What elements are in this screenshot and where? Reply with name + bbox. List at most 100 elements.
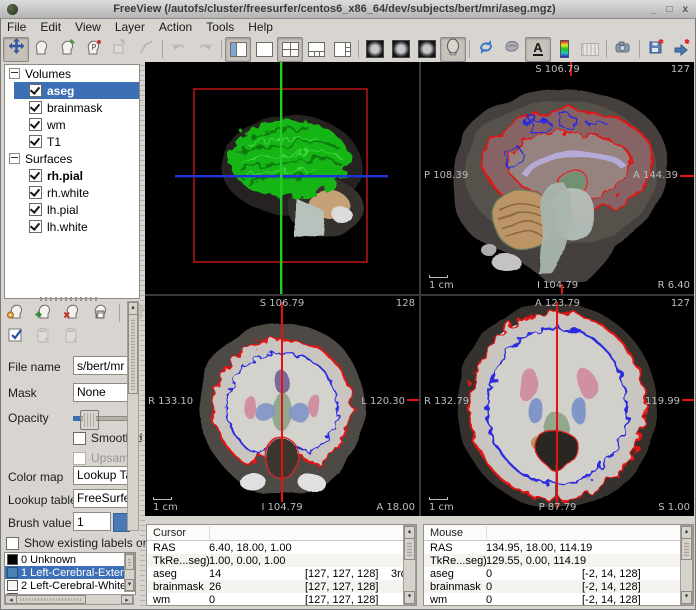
file-name-input[interactable]	[73, 356, 128, 375]
orientation-label-left: P 108.39	[424, 170, 468, 181]
layout-1x1-button[interactable]	[251, 37, 277, 62]
undo-button[interactable]	[166, 37, 192, 62]
navigate-button[interactable]	[3, 37, 29, 62]
collapse-icon[interactable]	[9, 68, 20, 79]
panel-vertical-scrollbar[interactable]: ▴	[127, 301, 139, 531]
tree-item-rh-white[interactable]: rh.white	[5, 184, 139, 201]
roi-edit-button[interactable]	[107, 37, 133, 62]
show-all-layers-button[interactable]	[4, 326, 28, 348]
tree-group-volumes[interactable]: Volumes	[5, 65, 139, 82]
maximize-button[interactable]: □	[666, 4, 672, 15]
list-item[interactable]: 1 Left-Cerebral-Exterio	[5, 566, 135, 579]
view-coronal-button[interactable]	[388, 37, 414, 62]
menu-layer[interactable]: Layer	[108, 19, 152, 35]
save-volume-small-button[interactable]	[88, 302, 112, 324]
load-volume-button[interactable]	[32, 302, 56, 324]
list-horizontal-scrollbar[interactable]: ◂ ▸	[4, 594, 134, 605]
viewport-coronal[interactable]: S 106.79 128 R 133.10 L 120.30 I 104.79 …	[145, 296, 419, 516]
close-volume-button[interactable]	[60, 302, 84, 324]
collapse-icon[interactable]	[9, 153, 20, 164]
layout-1and3v-button[interactable]	[329, 37, 355, 62]
viewport-divider-horizontal[interactable]	[145, 294, 694, 296]
checkbox-checked-icon[interactable]	[29, 84, 42, 97]
screenshot-button[interactable]	[610, 37, 636, 62]
redo-button[interactable]	[192, 37, 218, 62]
reset-view-button[interactable]	[473, 37, 499, 62]
viewport-divider-vertical[interactable]	[419, 62, 421, 516]
scrollbar-thumb[interactable]	[404, 538, 415, 560]
tree-item-brainmask[interactable]: brainmask	[5, 99, 139, 116]
tree-item-aseg[interactable]: aseg	[5, 82, 139, 99]
path-edit-button[interactable]	[133, 37, 159, 62]
scroll-right-icon[interactable]: ▸	[121, 595, 133, 604]
cursor-panel-scrollbar[interactable]: ▴ ▾	[403, 525, 416, 605]
list-item[interactable]: 2 Left-Cerebral-White-	[5, 579, 135, 592]
save-pointset-button[interactable]	[669, 37, 695, 62]
mouse-panel-scrollbar[interactable]: ▴ ▾	[680, 525, 693, 605]
checkbox-icon[interactable]	[6, 537, 19, 550]
list-vertical-scrollbar[interactable]: ▾	[124, 553, 135, 592]
menu-help[interactable]: Help	[241, 19, 280, 35]
brush-value-input[interactable]	[73, 512, 111, 531]
layout-2x2-button[interactable]	[277, 37, 303, 62]
viewport-axial[interactable]: A 123.79 127 R 132.79 L 119.99 P 87.79 S…	[421, 296, 694, 516]
view-3d-button[interactable]	[440, 37, 466, 62]
tree-item-t1[interactable]: T1	[5, 133, 139, 150]
slider-handle[interactable]	[80, 410, 99, 430]
layout-1and3-button[interactable]	[303, 37, 329, 62]
minimize-button[interactable]: _	[651, 4, 657, 15]
copy-settings-button[interactable]	[32, 326, 56, 348]
checkbox-checked-icon[interactable]	[29, 203, 42, 216]
menu-edit[interactable]: Edit	[33, 19, 68, 35]
menu-view[interactable]: View	[68, 19, 108, 35]
voxel-edit-button[interactable]	[29, 37, 55, 62]
paste-settings-button[interactable]	[60, 326, 84, 348]
scrollbar-thumb[interactable]	[16, 595, 86, 604]
checkbox-checked-icon[interactable]	[29, 101, 42, 114]
checkbox-icon[interactable]	[73, 432, 86, 445]
tree-item-wm[interactable]: wm	[5, 116, 139, 133]
scrollbar-thumb[interactable]	[128, 314, 138, 394]
scroll-down-icon[interactable]: ▾	[404, 591, 415, 604]
menu-tools[interactable]: Tools	[199, 19, 241, 35]
slice-frames-button[interactable]	[577, 37, 603, 62]
tree-group-surfaces[interactable]: Surfaces	[5, 150, 139, 167]
layer-properties-button[interactable]	[4, 302, 28, 324]
color-map-dropdown[interactable]: Lookup Tab	[73, 466, 128, 485]
view-sagittal-button[interactable]	[362, 37, 388, 62]
pointset-edit-button[interactable]: P	[81, 37, 107, 62]
show-surface-button[interactable]	[499, 37, 525, 62]
show-annotation-button[interactable]: A	[525, 37, 551, 62]
viewport-3d[interactable]	[145, 62, 419, 294]
show-colorbar-button[interactable]	[551, 37, 577, 62]
scrollbar-thumb[interactable]	[125, 554, 134, 570]
show-labels-checkbox[interactable]: Show existing labels on	[6, 536, 149, 550]
scroll-down-icon[interactable]: ▾	[681, 591, 692, 604]
viewport-sagittal[interactable]: S 106.79 127 P 108.39 A 144.39 I 104.79 …	[421, 62, 694, 294]
tree-item-lh-white[interactable]: lh.white	[5, 218, 139, 235]
scroll-down-icon[interactable]: ▾	[125, 579, 134, 591]
save-volume-button[interactable]	[643, 37, 669, 62]
menu-action[interactable]: Action	[152, 19, 199, 35]
checkbox-checked-icon[interactable]	[29, 186, 42, 199]
mask-dropdown[interactable]: None	[73, 383, 128, 402]
checkbox-checked-icon[interactable]	[29, 135, 42, 148]
titlebar[interactable]: FreeView (/autofs/cluster/freesurfer/cen…	[0, 0, 696, 19]
checkbox-checked-icon[interactable]	[29, 169, 42, 182]
close-button[interactable]: x	[682, 4, 688, 15]
refresh-icon	[477, 38, 495, 61]
recon-edit-button[interactable]	[55, 37, 81, 62]
3d-render[interactable]	[145, 62, 419, 294]
checkbox-checked-icon[interactable]	[29, 118, 42, 131]
tree-item-rh-pial[interactable]: rh.pial	[5, 167, 139, 184]
menu-file[interactable]: File	[0, 19, 33, 35]
opacity-slider[interactable]	[73, 410, 128, 424]
checkbox-checked-icon[interactable]	[29, 220, 42, 233]
view-axial-button[interactable]	[414, 37, 440, 62]
lookup-table-dropdown[interactable]: FreeSurferC	[73, 489, 128, 508]
layout-panel-button[interactable]	[225, 37, 251, 62]
list-item[interactable]: 0 Unknown	[5, 553, 135, 566]
tree-item-lh-pial[interactable]: lh.pial	[5, 201, 139, 218]
checkbox-icon[interactable]	[73, 452, 86, 465]
scrollbar-thumb[interactable]	[681, 538, 692, 560]
